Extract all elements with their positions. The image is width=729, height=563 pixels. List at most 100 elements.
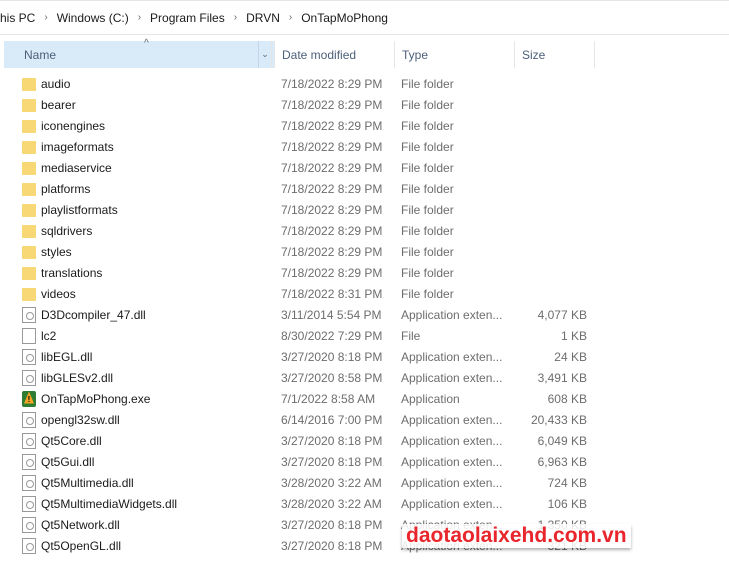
file-row[interactable]: opengl32sw.dll 6/14/2016 7:00 PM Applica… [0, 409, 587, 430]
breadcrumb-item[interactable]: OnTapMoPhong [301, 11, 388, 25]
file-row[interactable]: translations 7/18/2022 8:29 PM File fold… [0, 262, 587, 283]
file-row[interactable]: styles 7/18/2022 8:29 PM File folder [0, 241, 587, 262]
file-size: 106 KB [547, 496, 587, 511]
file-date: 7/18/2022 8:29 PM [281, 181, 383, 196]
file-row[interactable]: Qt5Core.dll 3/27/2020 8:18 PM Applicatio… [0, 430, 587, 451]
file-date: 6/14/2016 7:00 PM [281, 412, 383, 427]
file-size: 1 KB [560, 328, 587, 343]
file-row[interactable]: libEGL.dll 3/27/2020 8:18 PM Application… [0, 346, 587, 367]
breadcrumb: his PC › Windows (C:) › Program Files › DRVN › O… [0, 0, 729, 35]
file-row[interactable]: iconengines 7/18/2022 8:29 PM File folde… [0, 115, 587, 136]
file-type: File folder [401, 97, 454, 112]
file-type: File folder [401, 160, 454, 175]
file-type: Application exten... [401, 454, 503, 469]
file-date: 7/18/2022 8:29 PM [281, 97, 383, 112]
file-date: 3/28/2020 3:22 AM [281, 475, 382, 490]
file-name: iconengines [41, 118, 106, 133]
file-row[interactable]: sqldrivers 7/18/2022 8:29 PM File folder [0, 220, 587, 241]
file-row[interactable]: bearer 7/18/2022 8:29 PM File folder [0, 94, 587, 115]
file-name: OnTapMoPhong.exe [41, 391, 151, 406]
file-name: Qt5OpenGL.dll [41, 538, 122, 553]
file-name: Qt5Gui.dll [41, 454, 95, 469]
file-type: File folder [401, 286, 454, 301]
file-date: 3/27/2020 8:18 PM [281, 349, 383, 364]
file-row[interactable]: OnTapMoPhong.exe 7/1/2022 8:58 AM Applic… [0, 388, 587, 409]
file-name: audio [41, 76, 71, 91]
file-row[interactable]: videos 7/18/2022 8:31 PM File folder [0, 283, 587, 304]
column-header-type[interactable]: Type [395, 41, 515, 68]
file-list: audio 7/18/2022 8:29 PM File folder bear… [0, 73, 587, 556]
file-name: Qt5Multimedia.dll [41, 475, 134, 490]
folder-icon [22, 99, 36, 112]
file-name: imageformats [41, 139, 114, 154]
chevron-right-icon: › [233, 12, 238, 23]
file-name: libGLESv2.dll [41, 370, 114, 385]
file-row[interactable]: D3Dcompiler_47.dll 3/11/2014 5:54 PM App… [0, 304, 587, 325]
watermark: daotaolaixehd.com.vn [402, 524, 631, 548]
folder-icon [22, 78, 36, 91]
sort-ascending-icon: ^ [144, 38, 149, 49]
file-type: File folder [401, 223, 454, 238]
breadcrumb-item[interactable]: DRVN [246, 11, 280, 25]
dll-icon [22, 516, 36, 533]
file-date: 7/1/2022 8:58 AM [281, 391, 376, 406]
file-date: 3/27/2020 8:18 PM [281, 454, 383, 469]
file-type: File folder [401, 139, 454, 154]
file-date: 3/27/2020 8:18 PM [281, 433, 383, 448]
dll-icon [22, 453, 36, 470]
file-row[interactable]: audio 7/18/2022 8:29 PM File folder [0, 73, 587, 94]
dll-icon [22, 474, 36, 491]
file-size: 6,049 KB [537, 433, 587, 448]
file-date: 3/27/2020 8:18 PM [281, 517, 383, 532]
file-row[interactable]: imageformats 7/18/2022 8:29 PM File fold… [0, 136, 587, 157]
column-header-name[interactable]: ^ Name ⌄ [0, 38, 275, 68]
column-header-size[interactable]: Size [515, 41, 595, 68]
breadcrumb-item[interactable]: Program Files [150, 11, 225, 25]
file-type: Application exten... [401, 412, 503, 427]
file-name: libEGL.dll [41, 349, 93, 364]
file-row[interactable]: playlistformats 7/18/2022 8:29 PM File f… [0, 199, 587, 220]
file-row[interactable]: Qt5Multimedia.dll 3/28/2020 3:22 AM Appl… [0, 472, 587, 493]
file-date: 7/18/2022 8:29 PM [281, 202, 383, 217]
file-icon [22, 327, 36, 344]
file-size: 6,963 KB [537, 454, 587, 469]
file-type: Application exten... [401, 475, 503, 490]
column-header-date[interactable]: Date modified [275, 41, 395, 68]
chevron-right-icon: › [288, 12, 293, 23]
dll-icon [22, 306, 36, 323]
file-row[interactable]: Qt5Gui.dll 3/27/2020 8:18 PM Application… [0, 451, 587, 472]
dll-icon [22, 495, 36, 512]
file-name: translations [41, 265, 103, 280]
file-name: lc2 [41, 328, 57, 343]
file-type: File folder [401, 118, 454, 133]
folder-icon [22, 183, 36, 196]
chevron-right-icon: › [137, 12, 142, 23]
file-row[interactable]: mediaservice 7/18/2022 8:29 PM File fold… [0, 157, 587, 178]
file-row[interactable]: platforms 7/18/2022 8:29 PM File folder [0, 178, 587, 199]
folder-icon [22, 225, 36, 238]
file-type: File folder [401, 244, 454, 259]
file-name: bearer [41, 97, 76, 112]
folder-icon [22, 288, 36, 301]
file-date: 7/18/2022 8:29 PM [281, 223, 383, 238]
file-date: 8/30/2022 7:29 PM [281, 328, 383, 343]
file-name: Qt5MultimediaWidgets.dll [41, 496, 178, 511]
file-date: 7/18/2022 8:29 PM [281, 244, 383, 259]
dll-icon [22, 369, 36, 386]
file-row[interactable]: libGLESv2.dll 3/27/2020 8:58 PM Applicat… [0, 367, 587, 388]
file-type: File folder [401, 181, 454, 196]
file-name: playlistformats [41, 202, 118, 217]
dll-icon [22, 537, 36, 554]
file-date: 7/18/2022 8:29 PM [281, 118, 383, 133]
file-row[interactable]: lc2 8/30/2022 7:29 PM File 1 KB [0, 325, 587, 346]
column-headers: ^ Name ⌄ Date modified Type Size [0, 38, 729, 68]
exe-icon [22, 390, 36, 407]
file-row[interactable]: Qt5MultimediaWidgets.dll 3/28/2020 3:22 … [0, 493, 587, 514]
file-size: 724 KB [547, 475, 587, 490]
breadcrumb-item[interactable]: Windows (C:) [57, 11, 129, 25]
file-size: 20,433 KB [530, 412, 587, 427]
chevron-down-icon[interactable]: ⌄ [258, 41, 272, 68]
file-name: opengl32sw.dll [41, 412, 120, 427]
file-date: 7/18/2022 8:29 PM [281, 160, 383, 175]
breadcrumb-item[interactable]: his PC [0, 11, 35, 25]
